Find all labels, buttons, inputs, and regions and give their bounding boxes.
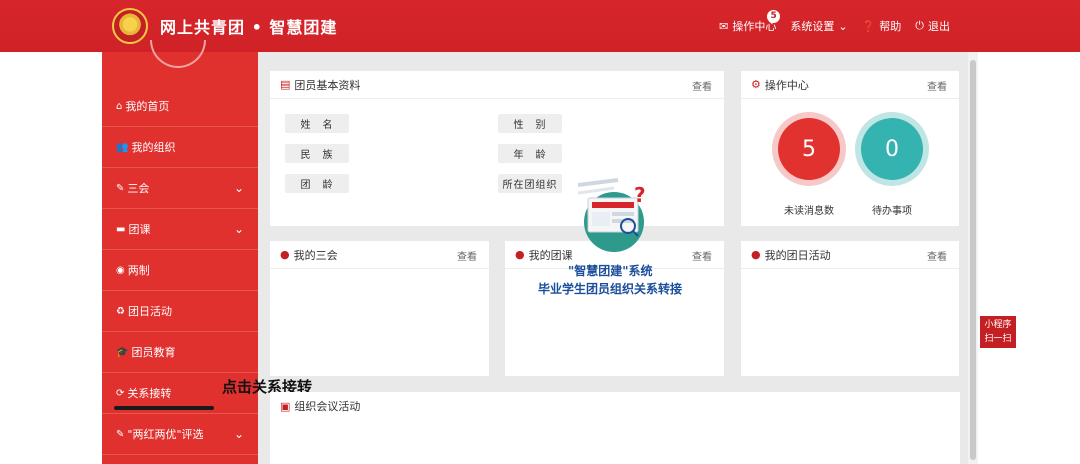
panel-header: ▣ 组织会议活动 [270, 392, 960, 420]
nav-settings-label: 系统设置 [790, 20, 835, 33]
sidebar-item-label: 我的首页 [125, 100, 170, 113]
sidebar-item-label: 三会 [127, 182, 150, 195]
sidebar-item-evaluation[interactable]: ✎ "两红两优"评选 ⌄ [102, 414, 258, 455]
folder-icon: ▬ [116, 223, 126, 235]
field-age-label: 年 龄 [498, 144, 562, 163]
panel-title: 我的三会 [293, 248, 338, 262]
document-icon: ● [280, 248, 290, 261]
mini-program-tag[interactable]: 小程序 扫一扫 [980, 316, 1016, 348]
flag-icon: ● [751, 248, 761, 261]
panel-title: 组织会议活动 [294, 400, 361, 413]
panel-header: ▤ 团员基本资料 [270, 71, 724, 99]
unread-label: 未读消息数 [784, 206, 834, 217]
sidebar-item-sanhui[interactable]: ✎ 三会 ⌄ [102, 168, 258, 209]
chevron-down-icon: ⌄ [233, 427, 244, 441]
gear-icon: ⚙ [751, 78, 761, 91]
brand-title: 网上共青团 • 智慧团建 [160, 18, 338, 37]
sidebar-item-label: 我的组织 [131, 141, 176, 154]
view-more-link[interactable]: 查看 [692, 248, 712, 263]
view-more-link[interactable]: 查看 [692, 78, 712, 93]
sidebar-item-label: 关系接转 [127, 387, 172, 400]
right-margin [978, 52, 1080, 464]
power-icon: ⏻ [915, 19, 924, 32]
overlay-subtitle: 毕业学生团员组织关系转接 [538, 282, 683, 296]
scrollbar-thumb[interactable] [970, 60, 976, 460]
id-card-icon: ▤ [280, 78, 291, 91]
sidebar-item-label: 团课 [128, 223, 151, 236]
unread-count-circle[interactable]: 5 [778, 118, 840, 180]
chevron-down-icon: ⌄ [233, 181, 244, 195]
sidebar-item-label: 两制 [127, 264, 150, 277]
notification-badge: 5 [767, 10, 781, 23]
todo-label: 待办事项 [872, 206, 912, 217]
question-icon: ❓ [861, 19, 876, 33]
home-icon: ⌂ [116, 100, 123, 112]
view-more-link[interactable]: 查看 [927, 248, 947, 263]
field-gender-label: 性 别 [498, 114, 562, 133]
left-margin [0, 52, 102, 464]
sidebar-item-label: 团日活动 [127, 305, 172, 318]
nav-logout-label: 退出 [928, 20, 950, 33]
sidebar-item-label: 团员教育 [131, 346, 176, 359]
sidebar-item-my-org[interactable]: 👥 我的组织 [102, 127, 258, 168]
chevron-down-icon: ⌄ [838, 19, 848, 33]
field-org-label: 所在团组织 [498, 174, 562, 193]
sidebar-item-liangzhi[interactable]: ◉ 两制 [102, 250, 258, 291]
nav-help[interactable]: ❓ 帮助 [862, 18, 902, 34]
meeting-icon: ▣ [280, 399, 291, 413]
refresh-icon: ⟳ [116, 387, 125, 399]
chevron-down-icon: ⌄ [233, 222, 244, 236]
users-icon: 👥 [116, 141, 129, 153]
top-nav: ✉ 操作中心 5 系统设置 ⌄ ❓ 帮助 ⏻ 退出 [719, 10, 950, 34]
panel-title: 我的团课 [528, 248, 573, 262]
view-more-link[interactable]: 查看 [457, 248, 477, 263]
nav-settings[interactable]: 系统设置 ⌄ [790, 18, 847, 34]
nav-ops-center[interactable]: ✉ 操作中心 5 [719, 10, 781, 34]
overlay-title: "智慧团建"系统 [568, 264, 653, 278]
field-league-age-label: 团 龄 [285, 174, 349, 193]
edit-icon: ✎ [116, 428, 125, 440]
edit-icon: ✎ [116, 182, 125, 194]
sidebar-item-tuanri[interactable]: ♻ 团日活动 [102, 291, 258, 332]
meeting-panel: ▣ 组织会议活动 [270, 392, 960, 464]
svg-text:?: ? [634, 183, 646, 207]
tuanri-panel: ● 我的团日活动 查看 [741, 241, 959, 376]
panel-title: 我的团日活动 [764, 248, 831, 262]
envelope-icon: ✉ [719, 19, 729, 33]
target-icon: ◉ [116, 264, 125, 276]
todo-count-circle[interactable]: 0 [861, 118, 923, 180]
mini-program-line1: 小程序 [984, 320, 1012, 330]
view-more-link[interactable]: 查看 [927, 78, 947, 93]
nav-logout[interactable]: ⏻ 退出 [915, 18, 950, 34]
computer-illustration-icon: ? [578, 178, 646, 252]
sidebar-item-education[interactable]: 🎓 团员教育 [102, 332, 258, 373]
mini-program-line2: 扫一扫 [984, 334, 1012, 344]
sidebar-item-tuanke[interactable]: ▬ 团课 ⌄ [102, 209, 258, 250]
league-logo [112, 8, 148, 44]
pin-icon: ● [515, 248, 525, 261]
field-name-label: 姓 名 [285, 114, 349, 133]
ops-center-panel: ⚙ 操作中心 查看 [741, 71, 959, 226]
annotation-underline [114, 406, 214, 410]
graduation-cap-icon: 🎓 [116, 346, 129, 358]
nav-help-label: 帮助 [879, 20, 902, 33]
sanhui-panel: ● 我的三会 查看 [270, 241, 489, 376]
field-ethnicity-label: 民 族 [285, 144, 349, 163]
panel-title: 团员基本资料 [294, 78, 361, 92]
recycle-icon: ♻ [116, 305, 125, 317]
panel-title: 操作中心 [764, 78, 809, 92]
sidebar-item-home[interactable]: ⌂ 我的首页 [102, 86, 258, 127]
sidebar-item-label: "两红两优"评选 [127, 428, 204, 441]
